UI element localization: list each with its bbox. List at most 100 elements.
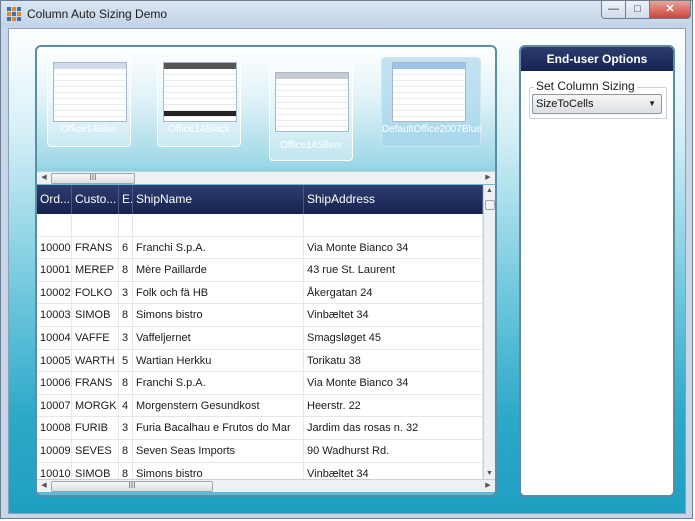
scroll-right-icon[interactable]: ▶ (483, 481, 493, 489)
table-cell: Smagsløget 45 (304, 326, 483, 349)
close-button[interactable]: ✕ (649, 1, 691, 19)
theme-thumb-office14blue[interactable]: Office14Blue (47, 57, 131, 147)
table-row[interactable]: 10003 SIMOB 8 Simons bistro Vinbæltet 34 (37, 304, 483, 327)
table-cell: 8 (119, 372, 133, 394)
table-cell: WARTH (72, 349, 119, 372)
table-cell: 10000 (37, 236, 72, 259)
table-cell: Via Monte Bianco 34 (304, 372, 483, 394)
table-row[interactable]: 10000 FRANS 6 Franchi S.p.A. Via Monte Bianc… (37, 236, 483, 260)
grid-header: Ord... Custo... E. ShipName ShipAddress (37, 185, 483, 214)
options-panel: End-user Options Set Column Sizing SizeT… (519, 45, 675, 497)
table-cell: 10002 (37, 281, 72, 304)
table-cell: 8 (119, 439, 133, 462)
table-row[interactable]: 10001 MEREP 8 Mère Paillarde 43 rue St. Laur… (37, 259, 483, 282)
table-row[interactable]: 10004 VAFFE 3 Vaffeljernet Smagsløget 45 (37, 326, 483, 350)
column-header[interactable]: ShipAddress (304, 185, 483, 214)
table-cell: FURIB (72, 417, 119, 439)
table-cell: 90 Wadhurst Rd. (304, 439, 483, 462)
table-cell: Torikatu 38 (304, 349, 483, 372)
table-cell: 10003 (37, 304, 72, 326)
column-sizing-value: SizeToCells (536, 98, 594, 110)
scroll-left-icon[interactable]: ◀ (39, 481, 49, 489)
table-cell: Vinbæltet 34 (304, 304, 483, 326)
theme-thumb-defaultoffice2007blue[interactable]: DefaultOffice2007Blue (381, 57, 482, 147)
table-cell: Simons bistro (133, 462, 304, 479)
column-header[interactable]: Custo... (72, 185, 119, 214)
theme-gallery-scrollbar[interactable]: ◀ III ▶ (37, 171, 495, 184)
title-bar[interactable]: Column Auto Sizing Demo — □ ✕ (1, 1, 692, 27)
table-cell: 43 rue St. Laurent (304, 259, 483, 281)
maximize-button[interactable]: □ (625, 1, 650, 19)
theme-preview (275, 72, 349, 132)
table-cell: 3 (119, 326, 133, 349)
scroll-left-icon[interactable]: ◀ (39, 173, 49, 181)
table-cell: 8 (119, 462, 133, 479)
table-cell: SEVES (72, 439, 119, 462)
table-row[interactable]: 10007 MORGK 4 Morgenstern Gesundkost Heerstr… (37, 394, 483, 418)
table-cell: 4 (119, 394, 133, 417)
column-header[interactable]: E. (119, 185, 133, 214)
theme-gallery: Office14Blue Office14Black Office14Silve… (37, 47, 495, 171)
column-sizing-select[interactable]: SizeToCells ▼ (532, 94, 662, 114)
scroll-down-icon[interactable]: ▼ (484, 470, 495, 477)
table-cell: VAFFE (72, 326, 119, 349)
theme-label: Office14Black (168, 124, 230, 135)
table-cell: Franchi S.p.A. (133, 236, 304, 259)
table-row[interactable]: 10006 FRANS 8 Franchi S.p.A. Via Monte Bianc… (37, 372, 483, 395)
minimize-button[interactable]: — (601, 1, 626, 19)
scrollbar-thumb[interactable]: III (51, 481, 213, 492)
table-cell: 10005 (37, 349, 72, 372)
table-cell: FRANS (72, 372, 119, 394)
table-cell: 3 (119, 281, 133, 304)
table-cell: Jardim das rosas n. 32 (304, 417, 483, 439)
table-cell: 6 (119, 236, 133, 259)
table-cell: Åkergatan 24 (304, 281, 483, 304)
grid-vertical-scrollbar[interactable]: ▲ ▼ (483, 185, 495, 479)
table-row[interactable]: 10005 WARTH 5 Wartian Herkku Torikatu 38 (37, 349, 483, 373)
table-cell: Heerstr. 22 (304, 394, 483, 417)
table-cell: Seven Seas Imports (133, 439, 304, 462)
table-cell: MORGK (72, 394, 119, 417)
client-area: Office14Blue Office14Black Office14Silve… (8, 28, 686, 514)
table-row[interactable]: 10002 FOLKO 3 Folk och fä HB Åkergatan 24 (37, 281, 483, 305)
table-cell: 10004 (37, 326, 72, 349)
theme-preview (53, 62, 127, 122)
scroll-right-icon[interactable]: ▶ (483, 173, 493, 181)
table-cell: 8 (119, 304, 133, 326)
table-cell: Vinbæltet 34 (304, 462, 483, 479)
table-cell: 8 (119, 259, 133, 281)
table-cell: 3 (119, 417, 133, 439)
theme-preview (163, 62, 237, 122)
table-cell: 10007 (37, 394, 72, 417)
scrollbar-thumb[interactable] (485, 200, 495, 210)
column-header[interactable]: Ord... (37, 185, 72, 214)
table-cell: 10009 (37, 439, 72, 462)
app-grid-icon (7, 7, 21, 21)
theme-thumb-office14silver[interactable]: Office14Silver (269, 63, 353, 161)
grid-panel: Office14Blue Office14Black Office14Silve… (35, 45, 497, 497)
table-cell: 5 (119, 349, 133, 372)
table-row[interactable]: 10009 SEVES 8 Seven Seas Imports 90 Wadhurst… (37, 439, 483, 463)
table-cell: 10006 (37, 372, 72, 394)
table-cell: 10001 (37, 259, 72, 281)
table-cell: Furia Bacalhau e Frutos do Mar (133, 417, 304, 439)
table-cell: Morgenstern Gesundkost (133, 394, 304, 417)
column-sizing-label: Set Column Sizing (534, 79, 637, 93)
window-title: Column Auto Sizing Demo (27, 7, 168, 21)
scrollbar-thumb[interactable]: III (51, 173, 135, 184)
table-cell: MEREP (72, 259, 119, 281)
table-cell: 10008 (37, 417, 72, 439)
scroll-up-icon[interactable]: ▲ (484, 187, 495, 194)
table-row[interactable]: 10010 SIMOB 8 Simons bistro Vinbæltet 34 (37, 462, 483, 479)
table-cell: 10010 (37, 462, 72, 479)
grid-horizontal-scrollbar[interactable]: ◀ III ▶ (37, 479, 495, 492)
table-cell: Via Monte Bianco 34 (304, 236, 483, 259)
theme-thumb-office14black[interactable]: Office14Black (157, 57, 241, 147)
column-header[interactable]: ShipName (133, 185, 304, 214)
theme-label: DefaultOffice2007Blue (382, 124, 482, 135)
grid-row-blank[interactable] (37, 214, 483, 237)
table-row[interactable]: 10008 FURIB 3 Furia Bacalhau e Frutos do Ma… (37, 417, 483, 440)
table-cell: Vaffeljernet (133, 326, 304, 349)
table-cell: Franchi S.p.A. (133, 372, 304, 394)
table-cell: Wartian Herkku (133, 349, 304, 372)
